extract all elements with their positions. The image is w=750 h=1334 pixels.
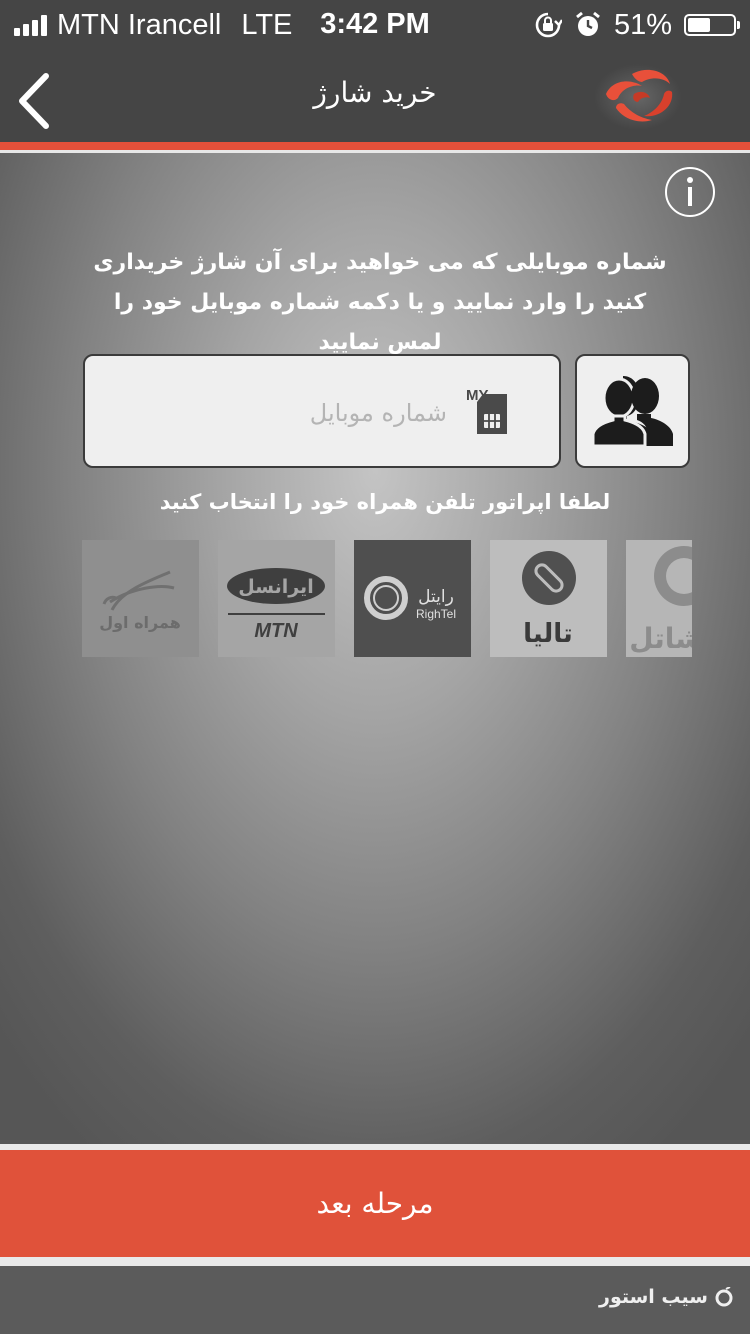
battery-icon [684,14,740,36]
watermark-text: سیب استور [599,1286,708,1308]
next-step-button[interactable]: مرحله بعد [0,1150,750,1257]
watermark: سیب استور [599,1286,734,1308]
operator-irancell-sublabel: MTN [254,620,298,642]
header-accent-line [0,142,750,150]
battery-fill [688,18,711,32]
operator-rightel[interactable]: رایتل RighTel [354,540,471,657]
sim-badge: MY [466,387,489,404]
nav-bar: خرید شارژ [0,50,750,142]
phone-input[interactable] [105,384,449,442]
operator-hamrah-aval-label: همراه اول [99,613,181,632]
status-right: 51% [534,8,740,42]
operator-list: همراه اول ایرانسل MTN رایتل RighTel تالی… [82,540,692,658]
operator-irancell[interactable]: ایرانسل MTN [218,540,335,657]
operator-talia-label: تالیا [523,619,573,649]
rotation-lock-icon [535,12,562,38]
operator-hamrah-aval[interactable]: همراه اول [82,540,199,657]
header-divider [0,150,750,153]
contacts-icon [591,376,673,448]
operator-shatel-label: شاتل [629,622,692,655]
sim-card-icon: MY [466,387,507,434]
operator-talia[interactable]: تالیا [490,540,607,657]
operator-rightel-sublabel: RighTel [416,607,456,621]
contacts-button[interactable] [575,354,690,468]
alarm-icon [576,11,600,36]
operator-shatel[interactable]: شاتل [626,540,692,657]
info-icon [687,177,693,206]
status-bar: MTN Irancell LTE 3:42 PM 51% [0,0,750,50]
operator-irancell-label: ایرانسل [238,576,313,598]
sibstore-logo-icon [715,1287,733,1307]
operator-rightel-label: رایتل [418,587,454,607]
info-button[interactable] [665,167,715,217]
operator-prompt: لطفا اپراتور تلفن همراه خود را انتخاب کن… [159,490,611,514]
app-logo [594,64,682,130]
battery-percent: 51% [613,8,672,41]
instruction-text: شماره موبایلی که می خواهید برای آن شارژ … [93,250,667,355]
phone-field[interactable]: MY [83,354,561,468]
